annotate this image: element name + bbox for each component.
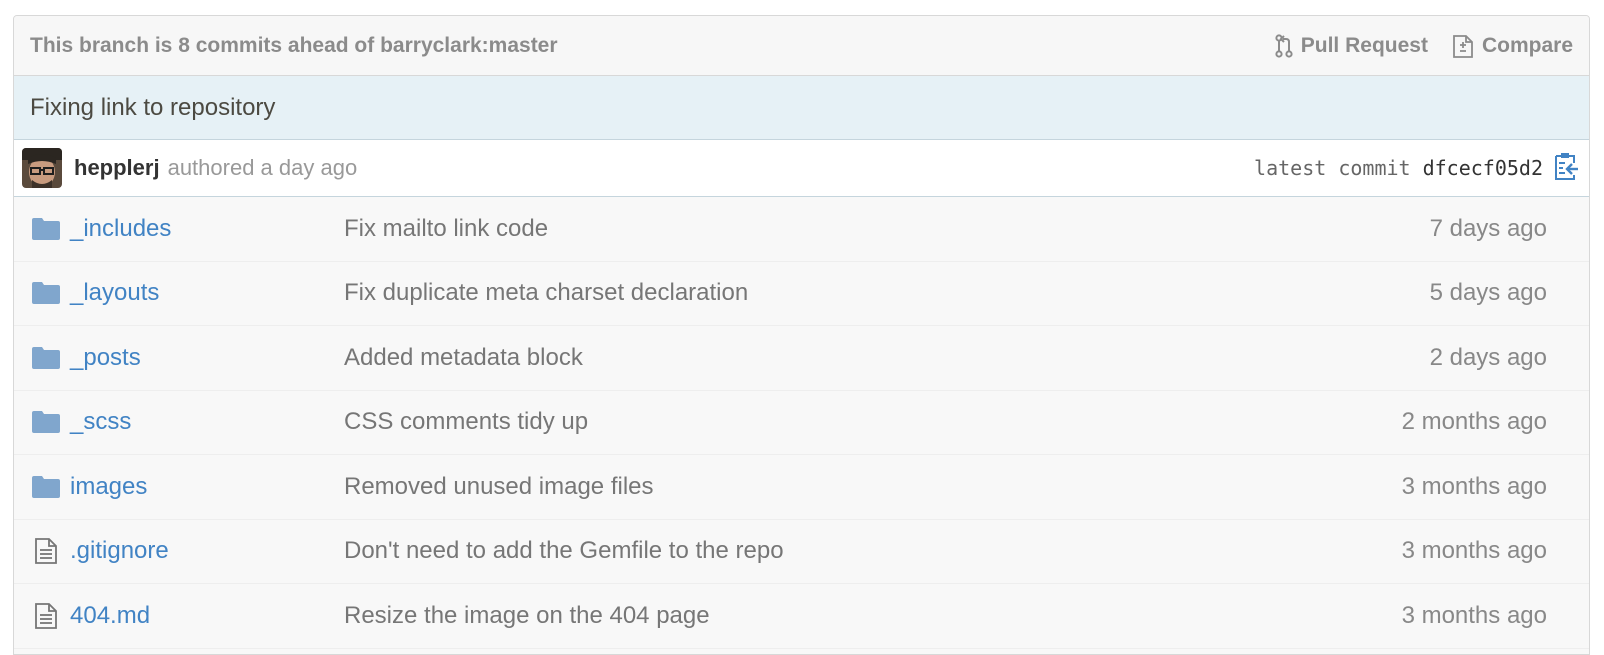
file-age: 3 months ago [1401,601,1547,629]
compare-button[interactable]: Compare [1452,33,1573,59]
file-name-link[interactable]: _includes [70,215,344,243]
clippy-icon [1553,151,1579,186]
file-text-icon [32,537,60,565]
file-list: _includes Fix mailto link code 7 days ag… [14,197,1589,649]
folder-icon [32,475,60,498]
file-row[interactable]: 404.md Resize the image on the 404 page … [14,584,1589,649]
commit-author[interactable]: hepplerj [74,155,160,181]
commit-sha[interactable]: dfcecf05d2 [1423,156,1543,180]
pull-request-button[interactable]: Pull Request [1275,34,1428,58]
repo-file-browser: This branch is 8 commits ahead of barryc… [13,15,1590,655]
pull-request-label: Pull Request [1300,33,1428,57]
compare-label: Compare [1481,33,1573,57]
commit-meta-bar: hepplerj authored a day ago latest commi… [14,140,1589,197]
file-name-link[interactable]: _posts [70,344,344,372]
file-text-icon [32,602,60,630]
file-commit-message[interactable]: Fix mailto link code [344,215,1430,243]
file-name-link[interactable]: 404.md [70,602,344,630]
latest-commit-label: latest commit [1254,156,1411,180]
file-row[interactable]: _includes Fix mailto link code 7 days ag… [14,197,1589,262]
file-age: 3 months ago [1401,472,1547,500]
file-row[interactable]: .gitignore Don't need to add the Gemfile… [14,520,1589,584]
file-commit-message[interactable]: Don't need to add the Gemfile to the rep… [344,537,1402,565]
folder-icon [32,346,60,369]
branch-actions: Pull Request Compare [1275,33,1573,59]
folder-icon [32,282,60,305]
file-row[interactable]: _posts Added metadata block 2 days ago [14,326,1589,391]
diff-icon [1452,33,1474,59]
file-name-link[interactable]: .gitignore [70,537,344,565]
file-row[interactable]: _scss CSS comments tidy up 2 months ago [14,391,1589,455]
file-name-link[interactable]: _scss [70,408,344,436]
file-commit-message[interactable]: Added metadata block [344,344,1430,372]
file-commit-message[interactable]: Resize the image on the 404 page [344,602,1402,630]
file-name-link[interactable]: _layouts [70,279,344,307]
file-row[interactable]: _layouts Fix duplicate meta charset decl… [14,262,1589,326]
file-name-link[interactable]: images [70,473,344,501]
file-commit-message[interactable]: CSS comments tidy up [344,408,1402,436]
folder-icon [32,411,60,434]
file-age: 2 days ago [1429,343,1547,371]
file-age: 3 months ago [1401,537,1547,565]
file-row[interactable]: images Removed unused image files 3 mont… [14,455,1589,520]
authored-time: authored a day ago [167,155,358,180]
file-commit-message[interactable]: Removed unused image files [344,473,1402,501]
copy-sha-button[interactable] [1553,151,1579,186]
file-age: 5 days ago [1429,279,1547,307]
latest-commit-title-bar: Fixing link to repository [14,76,1589,140]
file-commit-message[interactable]: Fix duplicate meta charset declaration [344,279,1430,307]
git-pull-request-icon [1275,33,1293,58]
branch-status-bar: This branch is 8 commits ahead of barryc… [14,16,1589,76]
avatar[interactable] [22,148,62,188]
folder-icon [32,217,60,240]
commit-title[interactable]: Fixing link to repository [30,94,275,122]
branch-status-text: This branch is 8 commits ahead of barryc… [30,33,558,57]
file-age: 2 months ago [1401,408,1547,436]
file-age: 7 days ago [1429,214,1547,242]
